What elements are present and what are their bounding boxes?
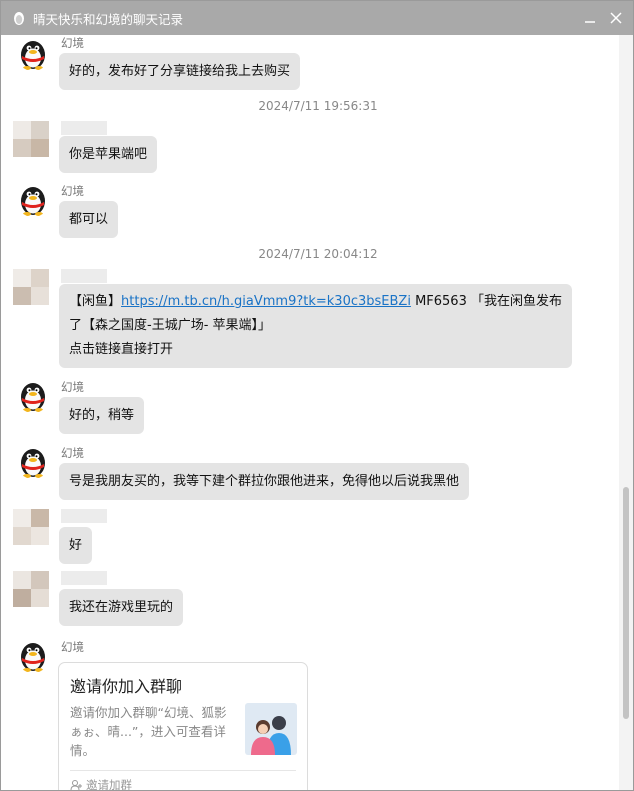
minimize-button[interactable] (577, 1, 603, 35)
contact-avatar-penguin-icon[interactable] (16, 37, 50, 71)
invite-title: 邀请你加入群聊 (70, 677, 183, 696)
sender-name: 幻境 (61, 380, 84, 394)
message-bubble[interactable]: 好的，稍等 (59, 397, 145, 434)
vertical-scrollbar[interactable] (619, 35, 633, 790)
invite-footer[interactable]: 邀请加群 (70, 770, 296, 790)
share-link[interactable]: https://m.tb.cn/h.giaVmm9?tk=k30c3bsEBZi (121, 294, 411, 309)
sender-name-blurred (61, 121, 107, 135)
message-prefix: 【闲鱼】 (69, 294, 122, 309)
user-avatar-blurred[interactable] (13, 509, 49, 545)
window-title: 晴天快乐和幻境的聊天记录 (33, 11, 184, 27)
close-icon (610, 12, 622, 24)
message-list[interactable]: 幻境 好的，发布好了分享链接给我上去购买 2024/7/11 19:56:31 … (1, 35, 619, 790)
message-instruction: 点击链接直接打开 (69, 342, 174, 357)
sender-name: 幻境 (61, 446, 84, 460)
message-bubble[interactable]: 【闲鱼】https://m.tb.cn/h.giaVmm9?tk=k30c3bs… (59, 284, 572, 368)
message-bubble[interactable]: 好 (59, 527, 93, 564)
message-bubble[interactable]: 我还在游戏里玩的 (59, 589, 184, 626)
scrollbar-thumb[interactable] (623, 487, 629, 719)
contact-avatar-penguin-icon[interactable] (16, 639, 50, 673)
message-bubble[interactable]: 你是苹果端吧 (59, 136, 158, 173)
chat-window: 晴天快乐和幻境的聊天记录 幻境 好的，发布好了分享链接给我上去购买 2024/7… (0, 0, 634, 791)
user-avatar-blurred[interactable] (13, 571, 49, 607)
minimize-icon (585, 21, 595, 23)
group-invite-card[interactable]: 邀请你加入群聊 邀请你加入群聊“幻境、狐影ぁぉ、晴...”，进入可查看详情。 邀… (58, 662, 308, 790)
user-avatar-blurred[interactable] (13, 269, 49, 305)
add-group-icon (70, 780, 82, 790)
message-bubble[interactable]: 号是我朋友买的，我等下建个群拉你跟他进来，免得他以后说我黑他 (59, 463, 470, 500)
sender-name: 幻境 (61, 36, 84, 50)
message-bubble[interactable]: 好的，发布好了分享链接给我上去购买 (59, 53, 301, 90)
contact-avatar-penguin-icon[interactable] (16, 445, 50, 479)
invite-footer-label: 邀请加群 (86, 778, 132, 790)
user-avatar-blurred[interactable] (13, 121, 49, 157)
message-bubble[interactable]: 都可以 (59, 201, 119, 238)
title-bar[interactable]: 晴天快乐和幻境的聊天记录 (1, 1, 633, 35)
group-people-icon (245, 703, 297, 755)
sender-name: 幻境 (61, 640, 84, 654)
sender-name-blurred (61, 509, 107, 523)
close-button[interactable] (603, 1, 629, 35)
timestamp: 2024/7/11 20:04:12 (258, 247, 378, 261)
sender-name-blurred (61, 571, 107, 585)
contact-avatar-penguin-icon[interactable] (16, 379, 50, 413)
contact-avatar-penguin-icon[interactable] (16, 183, 50, 217)
qq-penguin-icon (14, 12, 24, 25)
invite-description: 邀请你加入群聊“幻境、狐影ぁぉ、晴...”，进入可查看详情。 (70, 705, 227, 758)
timestamp: 2024/7/11 19:56:31 (258, 99, 378, 113)
sender-name: 幻境 (61, 184, 84, 198)
sender-name-blurred (61, 269, 107, 283)
